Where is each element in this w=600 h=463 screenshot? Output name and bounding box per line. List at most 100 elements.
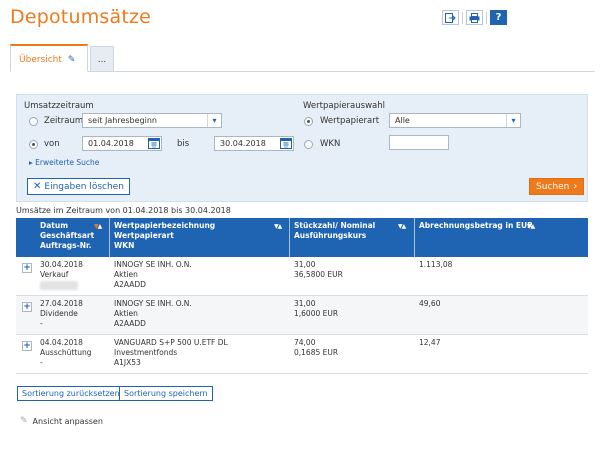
summary-text: Umsätze im Zeitraum von 01.04.2018 bis 3…: [16, 206, 231, 215]
cell-auftragsnr-redacted: [40, 281, 78, 290]
sortierung-zuruecksetzen-label: Sortierung zurücksetzen: [22, 389, 120, 398]
help-button[interactable]: ?: [490, 10, 507, 25]
header-line: WKN: [114, 241, 135, 250]
sort-icon[interactable]: ▼▲: [527, 223, 535, 230]
cell-datum: 30.04.2018: [40, 260, 83, 269]
radio-von[interactable]: [29, 140, 38, 149]
sortierung-speichern-button[interactable]: Sortierung speichern: [119, 386, 213, 401]
von-date-value: 01.04.2018: [88, 139, 134, 148]
wkn-input[interactable]: [389, 135, 449, 150]
sort-icon[interactable]: ▼▲: [398, 223, 406, 230]
cell-datum: 04.04.2018: [40, 338, 83, 347]
header-line: Wertpapierart: [114, 231, 174, 240]
sort-icon[interactable]: ▼▲: [274, 223, 282, 230]
chevron-right-icon: ›: [573, 181, 578, 192]
tab-more[interactable]: ...: [90, 46, 114, 71]
eingaben-loeschen-label: Eingaben löschen: [44, 181, 124, 192]
wertpapierart-value: Alle: [395, 116, 410, 125]
erweiterte-suche-link[interactable]: ▸ Erweiterte Suche: [29, 158, 99, 167]
header-line: Wertpapierbezeichnung: [114, 221, 216, 230]
header-line: Datum: [40, 221, 69, 230]
header-line: Stückzahl/ Nominal: [294, 221, 376, 230]
chevron-down-icon: ▾: [506, 114, 520, 127]
cell-bezeichnung: INNOGY SE INH. O.N.: [114, 299, 192, 308]
cell-auftragsnr: -: [40, 358, 43, 367]
erweiterte-suche-label: Erweiterte Suche: [35, 158, 100, 167]
export-icon: [445, 12, 456, 23]
cell-wkn: A2AADD: [114, 280, 146, 289]
header-line: Ausführungskurs: [294, 231, 367, 240]
table-header: Datum Geschäftsart Auftrags-Nr. ▼▲ Wertp…: [16, 218, 588, 257]
page-title: Depotumsätze: [10, 6, 152, 28]
header-line: Geschäftsart: [40, 231, 95, 240]
tab-label: Übersicht: [19, 55, 62, 65]
tabs-divider: [10, 71, 595, 72]
radio-zeitraum[interactable]: [29, 117, 38, 126]
wkn-label: WKN: [320, 139, 341, 149]
cell-wertpapierart: Aktien: [114, 270, 138, 279]
zeitraum-label: Zeitraum: [44, 116, 84, 126]
umsatzzeitraum-heading: Umsatzzeitraum: [24, 101, 94, 111]
calendar-icon[interactable]: [280, 137, 292, 149]
cell-wertpapierart: Aktien: [114, 309, 138, 318]
cell-auftragsnr: -: [40, 319, 43, 328]
header-line: Auftrags-Nr.: [40, 241, 92, 250]
column-header-stueckzahl[interactable]: Stückzahl/ Nominal Ausführungskurs: [294, 221, 375, 241]
ansicht-anpassen-link[interactable]: ✎ Ansicht anpassen: [20, 416, 103, 426]
column-header-wertpapier[interactable]: Wertpapierbezeichnung Wertpapierart WKN: [114, 221, 215, 251]
calendar-icon[interactable]: [148, 137, 160, 149]
tab-label: ...: [97, 55, 107, 65]
cell-geschaeftsart: Verkauf: [40, 270, 69, 279]
radio-wkn[interactable]: [304, 140, 313, 149]
cell-betrag: 12,47: [419, 338, 441, 347]
tab-uebersicht[interactable]: Übersicht ✎: [10, 44, 88, 72]
wertpapierart-label: Wertpapierart: [320, 116, 380, 126]
print-button[interactable]: [466, 10, 483, 25]
cell-stueckzahl: 74,00: [294, 338, 316, 347]
wertpapierauswahl-heading: Wertpapierauswahl: [303, 101, 385, 111]
cell-stueckzahl: 31,00: [294, 260, 316, 269]
print-icon: [469, 12, 480, 23]
wertpapierart-select[interactable]: Alle ▾: [389, 113, 521, 128]
cell-kurs: 1,6000 EUR: [294, 309, 339, 318]
cell-datum: 27.04.2018: [40, 299, 83, 308]
cell-betrag: 49,60: [419, 299, 441, 308]
cell-stueckzahl: 31,00: [294, 299, 316, 308]
column-divider: [109, 218, 110, 257]
radio-wertpapierart[interactable]: [304, 117, 313, 126]
expand-icon[interactable]: +: [22, 341, 32, 351]
bis-date-value: 30.04.2018: [220, 139, 266, 148]
table-row: + 30.04.2018 Verkauf INNOGY SE INH. O.N.…: [16, 257, 588, 296]
cell-bezeichnung: VANGUARD S+P 500 U.ETF DL: [114, 338, 228, 347]
expand-icon[interactable]: +: [22, 302, 32, 312]
von-label: von: [44, 139, 60, 149]
cell-wkn: A2AADD: [114, 319, 146, 328]
cell-wkn: A1JX53: [114, 358, 141, 367]
sortierung-zuruecksetzen-button[interactable]: Sortierung zurücksetzen: [17, 386, 125, 401]
pencil-icon: ✎: [20, 416, 28, 426]
cell-wertpapierart: Investmentfonds: [114, 348, 178, 357]
eingaben-loeschen-button[interactable]: ✕ Eingaben löschen: [27, 178, 130, 195]
help-icon: ?: [495, 12, 502, 23]
zeitraum-select[interactable]: seit Jahresbeginn ▾: [82, 113, 222, 128]
table-row: + 04.04.2018 Ausschüttung - VANGUARD S+P…: [16, 335, 588, 374]
close-icon: ✕: [33, 181, 42, 192]
suchen-label: Suchen: [536, 181, 570, 192]
column-header-betrag[interactable]: Abrechnungsbetrag in EUR: [419, 221, 533, 231]
export-button[interactable]: [442, 10, 459, 25]
column-divider: [414, 218, 415, 257]
expand-icon[interactable]: +: [22, 263, 32, 273]
cell-kurs: 36,5800 EUR: [294, 270, 343, 279]
toolbar-divider: [462, 12, 463, 24]
header-line: Abrechnungsbetrag in EUR: [419, 221, 533, 230]
cell-geschaeftsart: Ausschüttung: [40, 348, 92, 357]
column-divider: [289, 218, 290, 257]
ansicht-anpassen-label: Ansicht anpassen: [32, 416, 103, 426]
chevron-down-icon: ▾: [207, 114, 221, 127]
sort-icon[interactable]: ▼▲: [94, 223, 102, 230]
column-header-datum[interactable]: Datum Geschäftsart Auftrags-Nr.: [40, 221, 94, 251]
cell-betrag: 1.113,08: [419, 260, 453, 269]
cell-bezeichnung: INNOGY SE INH. O.N.: [114, 260, 192, 269]
cell-geschaeftsart: Dividende: [40, 309, 78, 318]
suchen-button[interactable]: Suchen ›: [529, 178, 585, 195]
